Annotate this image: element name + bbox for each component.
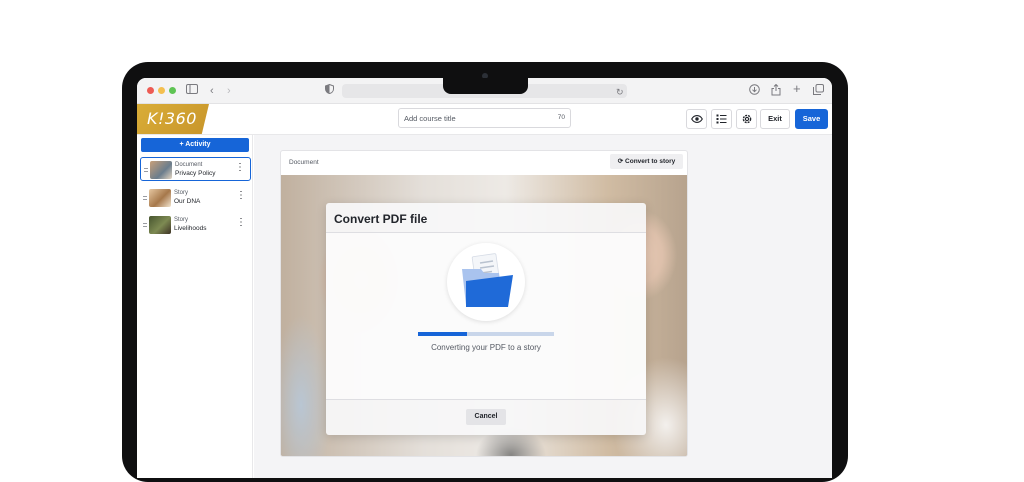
shield-icon[interactable] xyxy=(325,83,334,98)
card-type-label: Document xyxy=(289,159,319,166)
drag-handle-icon[interactable] xyxy=(143,196,147,200)
settings-button[interactable] xyxy=(736,109,757,129)
activity-type: Story xyxy=(174,217,189,223)
exit-button[interactable]: Exit xyxy=(760,109,790,129)
app-header: K!360 Add course title 70 Exit Save xyxy=(137,104,832,135)
activity-thumbnail xyxy=(149,189,171,207)
convert-to-story-button[interactable]: ⟳ Convert to story xyxy=(610,154,683,169)
sidebar-toggle-icon[interactable] xyxy=(186,84,198,98)
convert-pdf-modal: Convert PDF file Converting your PDF to … xyxy=(326,203,646,435)
download-icon[interactable] xyxy=(749,84,760,99)
outline-button[interactable] xyxy=(711,109,732,129)
convert-icon: ⟳ xyxy=(617,158,624,165)
document-card: Document ⟳ Convert to story Convert PDF … xyxy=(280,150,688,457)
character-limit: 70 xyxy=(557,114,565,121)
back-icon[interactable]: ‹ xyxy=(210,84,214,98)
activity-type: Story xyxy=(174,190,189,196)
conversion-progress-fill xyxy=(418,332,467,336)
outline-icon xyxy=(716,114,727,124)
sidebar-item-our-dna[interactable]: Story Our DNA ⋮ xyxy=(140,186,251,210)
share-icon[interactable] xyxy=(771,83,781,100)
maximize-window-button[interactable] xyxy=(169,87,176,94)
settings-icon xyxy=(742,114,751,124)
activity-name: Privacy Policy xyxy=(175,170,216,177)
conversion-progress-bar xyxy=(418,332,554,336)
reload-icon[interactable]: ↻ xyxy=(616,85,624,99)
eye-icon xyxy=(690,115,703,123)
activity-name: Livelihoods xyxy=(174,225,207,232)
folder-illustration xyxy=(447,243,525,321)
activity-sidebar: + Activity Document Privacy Policy ⋮ Sto… xyxy=(137,135,253,478)
logo[interactable]: K!360 xyxy=(137,104,209,134)
minimize-window-button[interactable] xyxy=(158,87,165,94)
more-options-icon[interactable]: ⋮ xyxy=(235,163,245,173)
forward-icon[interactable]: › xyxy=(227,84,231,98)
convert-to-story-label: Convert to story xyxy=(625,158,676,165)
logo-text: K!360 xyxy=(147,109,197,128)
add-activity-button[interactable]: + Activity xyxy=(141,138,249,152)
cancel-button[interactable]: Cancel xyxy=(466,409,506,425)
notch xyxy=(443,78,528,94)
more-options-icon[interactable]: ⋮ xyxy=(236,191,246,201)
sidebar-item-privacy-policy[interactable]: Document Privacy Policy ⋮ xyxy=(140,157,251,181)
preview-button[interactable] xyxy=(686,109,707,129)
folder-icon xyxy=(462,253,513,307)
close-window-button[interactable] xyxy=(147,87,154,94)
drag-handle-icon[interactable] xyxy=(144,168,148,172)
modal-title: Convert PDF file xyxy=(334,212,428,226)
editor-canvas: Document ⟳ Convert to story Convert PDF … xyxy=(254,135,832,478)
course-title-placeholder: Add course title xyxy=(404,114,456,123)
modal-footer-divider xyxy=(326,399,646,400)
plus-icon[interactable]: + xyxy=(793,82,801,96)
more-options-icon[interactable]: ⋮ xyxy=(236,218,246,228)
activity-thumbnail xyxy=(149,216,171,234)
tabs-icon[interactable] xyxy=(813,84,824,99)
course-title-input[interactable]: Add course title 70 xyxy=(398,108,571,128)
sidebar-item-livelihoods[interactable]: Story Livelihoods ⋮ xyxy=(140,213,251,237)
activity-thumbnail xyxy=(150,161,172,179)
progress-text: Converting your PDF to a story xyxy=(431,343,541,352)
drag-handle-icon[interactable] xyxy=(143,223,147,227)
save-button[interactable]: Save xyxy=(795,109,828,129)
screen: ‹ › ↻ + K!360 Add course title 70 Exit S… xyxy=(137,78,832,478)
activity-type: Document xyxy=(175,162,203,168)
activity-name: Our DNA xyxy=(174,198,201,205)
